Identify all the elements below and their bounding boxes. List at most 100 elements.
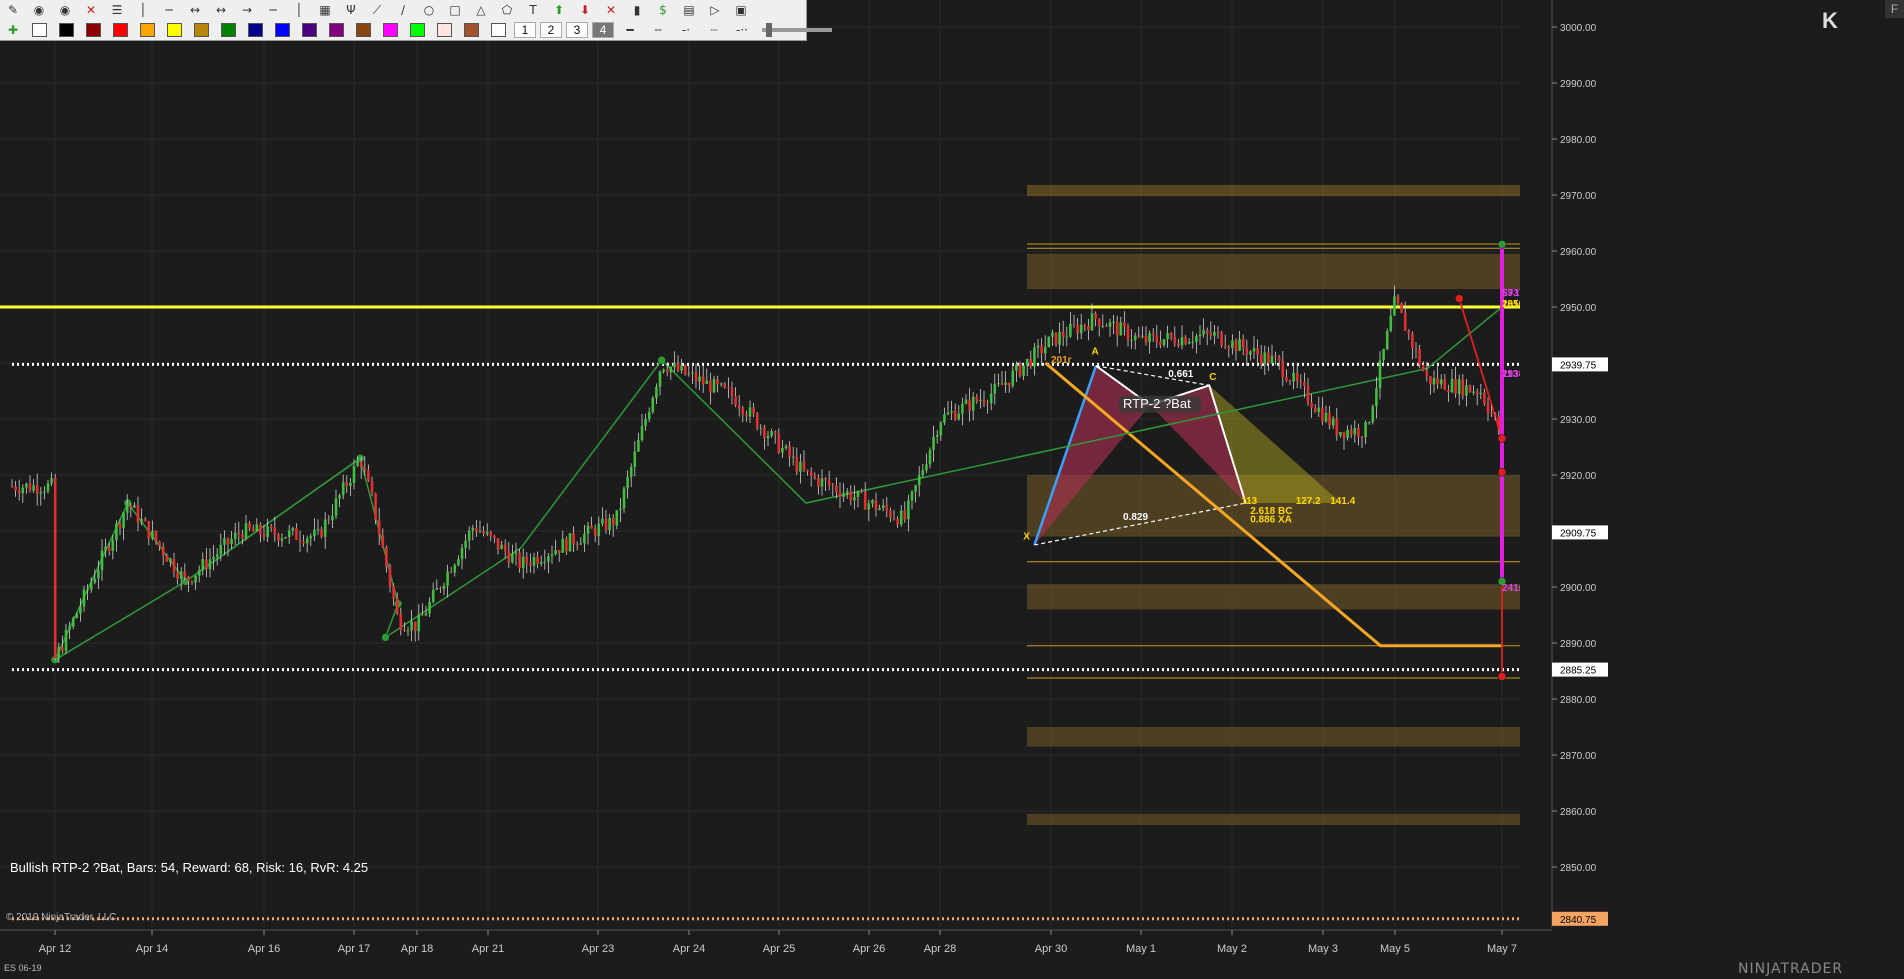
- candle-body: [1310, 402, 1313, 408]
- color-swatch[interactable]: [275, 23, 290, 37]
- candle-body: [244, 523, 248, 539]
- color-swatch[interactable]: [437, 23, 452, 37]
- candle-body: [21, 487, 25, 494]
- candle-body: [752, 407, 755, 414]
- line-width-button[interactable]: 2: [540, 22, 562, 38]
- bars-icon[interactable]: ▮: [627, 1, 647, 19]
- x-tick-label: Apr 25: [763, 943, 795, 955]
- candle-body: [1061, 331, 1065, 338]
- palette-icon[interactable]: ▣: [731, 1, 751, 19]
- opacity-slider[interactable]: [762, 23, 832, 37]
- fork-icon[interactable]: Ψ: [341, 1, 361, 19]
- candle-body: [1076, 325, 1079, 334]
- candle-body: [165, 555, 169, 563]
- candle-body: [140, 519, 143, 523]
- color-swatch[interactable]: [302, 23, 317, 37]
- candle-body: [1313, 407, 1317, 412]
- chart-icon[interactable]: ▤: [679, 1, 699, 19]
- text-icon[interactable]: T: [523, 1, 543, 19]
- eye-icon[interactable]: ◉: [29, 1, 49, 19]
- minus-icon[interactable]: ─: [159, 1, 179, 19]
- arrow-both-icon[interactable]: ↔: [211, 1, 231, 19]
- arrow-both-icon[interactable]: ↔: [185, 1, 205, 19]
- candle-body: [791, 456, 795, 458]
- pencil-icon[interactable]: ✎: [3, 1, 23, 19]
- candle-body: [478, 531, 482, 533]
- dollar-icon[interactable]: $: [653, 1, 673, 19]
- price-chart[interactable]: -61.8%2998.25-27.2%2977.50161.8%2970.751…: [0, 0, 1904, 979]
- play-icon[interactable]: ▷: [705, 1, 725, 19]
- solid-line-icon[interactable]: ━: [619, 21, 641, 39]
- vertical-line-icon[interactable]: │: [133, 1, 153, 19]
- color-swatch[interactable]: [248, 23, 263, 37]
- candle-body: [1227, 347, 1231, 349]
- candle-body: [367, 469, 370, 481]
- swing-point: [1497, 240, 1507, 249]
- dot-line-icon[interactable]: ┈: [703, 21, 725, 39]
- corner-button[interactable]: F: [1885, 0, 1904, 18]
- line-width-button[interactable]: 4: [592, 22, 614, 38]
- vertical-line-icon[interactable]: │: [289, 1, 309, 19]
- candle-body: [1004, 382, 1007, 385]
- pattern-label: 0.661: [1168, 369, 1193, 380]
- line-width-button[interactable]: 3: [566, 22, 588, 38]
- candle-body: [251, 528, 255, 532]
- eye-icon[interactable]: ◉: [55, 1, 75, 19]
- close-icon[interactable]: ✕: [81, 1, 101, 19]
- color-swatch[interactable]: [59, 23, 74, 37]
- candle-body: [907, 500, 910, 520]
- grid-icon[interactable]: ▦: [315, 1, 335, 19]
- color-swatch[interactable]: [356, 23, 371, 37]
- y-tick-label: 2990.00: [1560, 79, 1597, 90]
- triangle-icon[interactable]: △: [471, 1, 491, 19]
- color-swatch[interactable]: [464, 23, 479, 37]
- square-icon[interactable]: □: [445, 1, 465, 19]
- circle-icon[interactable]: ○: [419, 1, 439, 19]
- close-icon[interactable]: ✕: [601, 1, 621, 19]
- candle-body: [525, 556, 529, 564]
- polygon-icon[interactable]: ⬠: [497, 1, 517, 19]
- color-swatch[interactable]: [383, 23, 398, 37]
- color-swatch[interactable]: [329, 23, 344, 37]
- candle-body: [881, 505, 885, 509]
- y-tick-label: 3000.00: [1560, 23, 1597, 34]
- lines-icon[interactable]: ☰: [107, 1, 127, 19]
- candle-body: [147, 521, 151, 539]
- candle-body: [475, 527, 478, 532]
- color-swatch[interactable]: [140, 23, 155, 37]
- color-swatch[interactable]: [194, 23, 209, 37]
- candle-body: [1231, 340, 1234, 349]
- color-swatch[interactable]: [86, 23, 101, 37]
- arrow-down-icon[interactable]: ⬇: [575, 1, 595, 19]
- slider-handle[interactable]: [766, 23, 772, 37]
- candle-body: [687, 373, 691, 375]
- color-swatch[interactable]: [221, 23, 236, 37]
- dashdotdot-line-icon[interactable]: -··: [731, 21, 753, 39]
- candle-body: [1180, 337, 1184, 346]
- minus-icon[interactable]: ─: [263, 1, 283, 19]
- add-icon[interactable]: ✚: [3, 21, 23, 39]
- color-swatch[interactable]: [113, 23, 128, 37]
- candle-body: [968, 399, 971, 411]
- arrow-up-icon[interactable]: ⬆: [549, 1, 569, 19]
- arrow-right-icon[interactable]: →: [237, 1, 257, 19]
- color-swatch[interactable]: [410, 23, 425, 37]
- candle-body: [575, 544, 579, 546]
- dash-line-icon[interactable]: ╌: [647, 21, 669, 39]
- candle-body: [93, 578, 97, 583]
- candle-body: [896, 518, 899, 525]
- candle-body: [1252, 348, 1256, 352]
- color-swatch[interactable]: [491, 23, 506, 37]
- candle-body: [43, 491, 46, 493]
- candle-body: [658, 371, 662, 387]
- dashdot-line-icon[interactable]: -·: [675, 21, 697, 39]
- slash-icon[interactable]: ∕: [393, 1, 413, 19]
- color-swatch[interactable]: [167, 23, 182, 37]
- candle-body: [417, 614, 421, 632]
- candle-body: [424, 613, 428, 616]
- line-width-button[interactable]: 1: [514, 22, 536, 38]
- color-swatch[interactable]: [32, 23, 47, 37]
- candle-body: [352, 465, 356, 483]
- ruler-icon[interactable]: ⟋: [367, 1, 387, 19]
- candle-body: [75, 613, 79, 619]
